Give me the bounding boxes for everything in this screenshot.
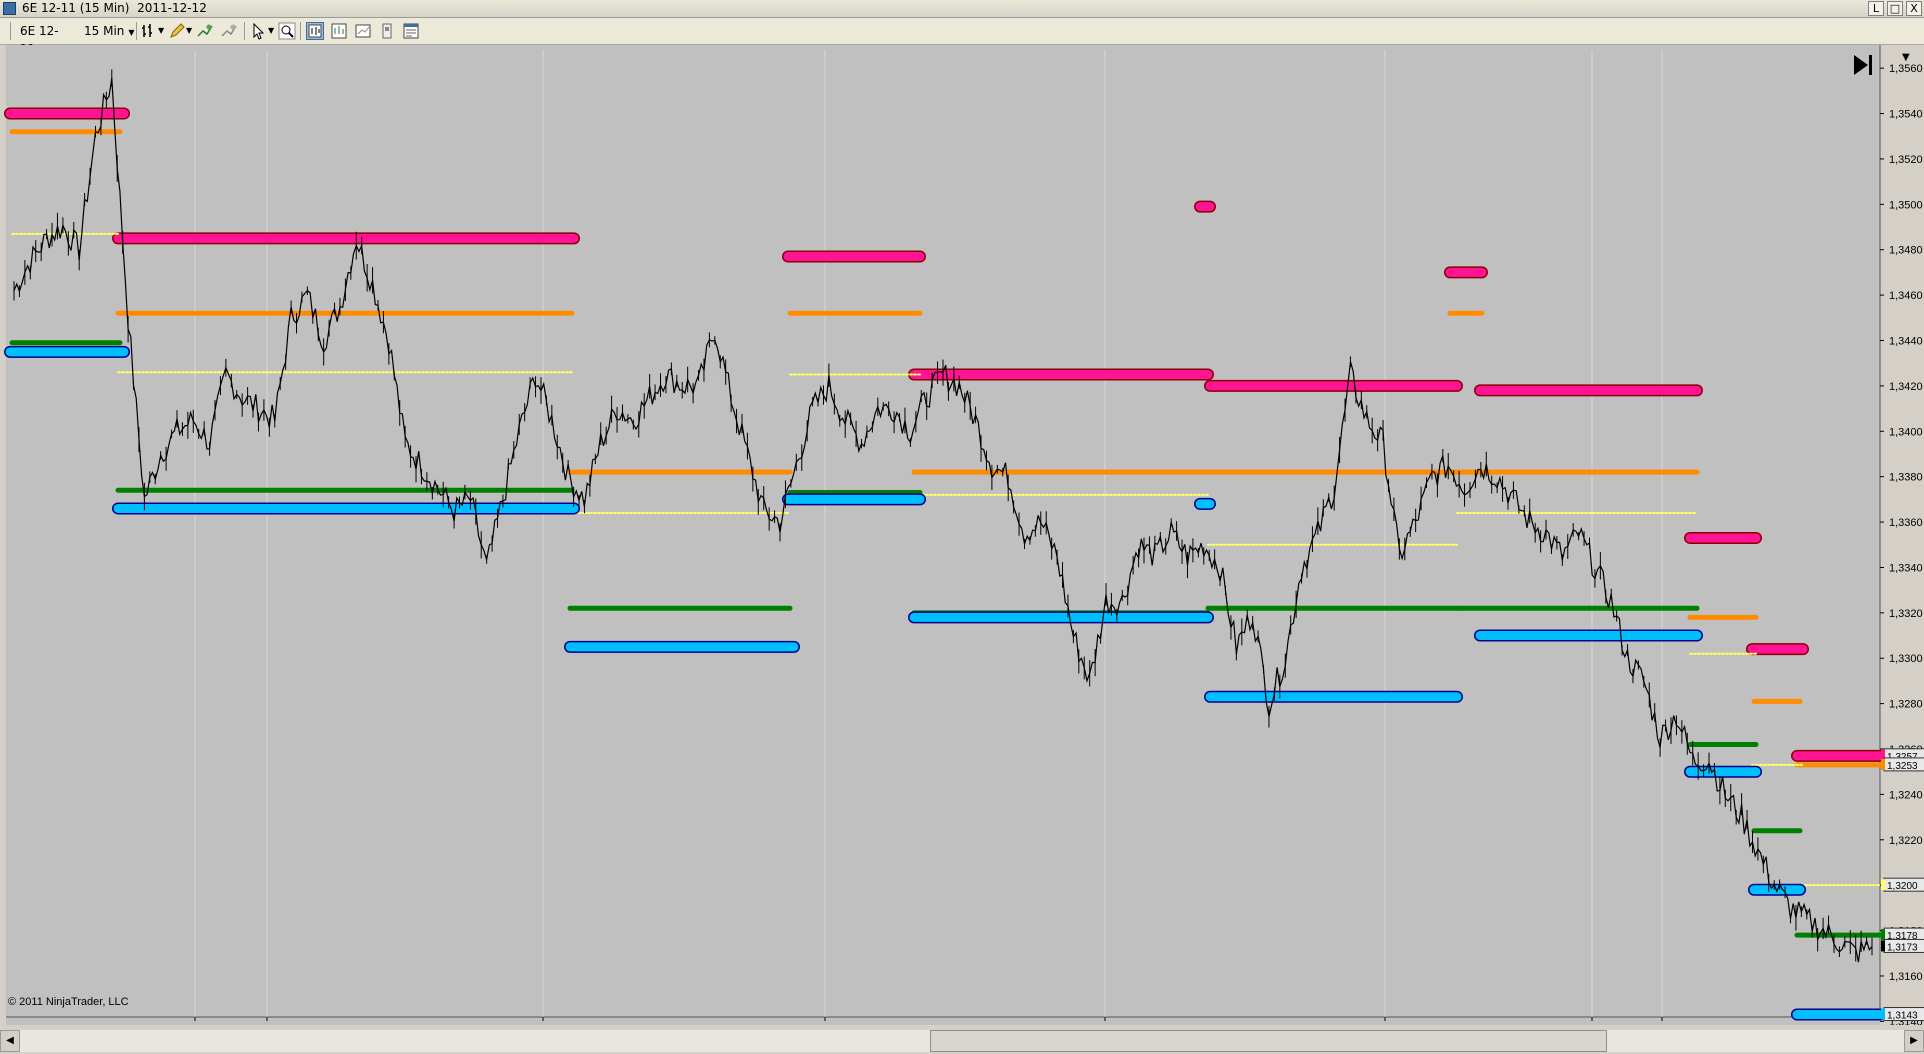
chevron-down-icon[interactable]: ▼ bbox=[158, 22, 164, 40]
price-tick-label: 1,3340 bbox=[1889, 562, 1923, 574]
price-chart[interactable]: 12/412/512/612/712/812/912/1112/121,3560… bbox=[0, 45, 1924, 1039]
zoom-icon[interactable] bbox=[278, 22, 296, 40]
price-marker: 1,3173 bbox=[1881, 938, 1924, 953]
price-marker-swatch bbox=[1881, 940, 1885, 952]
price-marker-label: 1,3200 bbox=[1887, 881, 1918, 892]
chevron-down-icon[interactable]: ▼ bbox=[1902, 52, 1910, 63]
maximize-button[interactable]: □ bbox=[1887, 1, 1903, 16]
price-tick-label: 1,3560 bbox=[1889, 63, 1923, 75]
bar-type-icon[interactable] bbox=[140, 22, 158, 40]
toolbar-separator bbox=[10, 22, 11, 40]
price-marker-swatch bbox=[1881, 929, 1885, 941]
scroll-left-button[interactable]: ◀ bbox=[0, 1030, 20, 1052]
window-titlebar: 6E 12-11 (15 Min) 2011-12-12 L □ X bbox=[0, 0, 1924, 18]
price-tick-label: 1,3400 bbox=[1889, 426, 1923, 438]
price-tick-label: 1,3420 bbox=[1889, 381, 1923, 393]
price-tick-label: 1,3320 bbox=[1889, 608, 1923, 620]
price-tick-label: 1,3480 bbox=[1889, 245, 1923, 257]
chevron-down-icon[interactable]: ▼ bbox=[268, 22, 274, 40]
data-box-icon[interactable] bbox=[306, 22, 324, 40]
price-tick-label: 1,3160 bbox=[1889, 971, 1923, 983]
price-marker-swatch bbox=[1881, 879, 1885, 891]
link-window-button[interactable]: L bbox=[1868, 1, 1884, 16]
toolbar-separator bbox=[244, 22, 245, 40]
price-marker-label: 1,3253 bbox=[1887, 761, 1918, 772]
price-tick-label: 1,3360 bbox=[1889, 517, 1923, 529]
toolbar-separator bbox=[136, 22, 137, 40]
toolbar-separator bbox=[300, 22, 301, 40]
price-tick-label: 1,3540 bbox=[1889, 109, 1923, 121]
copyright-label: © 2011 NinjaTrader, LLC bbox=[8, 996, 129, 1008]
price-tick-label: 1,3440 bbox=[1889, 335, 1923, 347]
plot-background bbox=[6, 45, 1880, 1025]
chart-properties-icon[interactable] bbox=[330, 22, 348, 40]
chevron-down-icon[interactable]: ▼ bbox=[186, 22, 192, 40]
close-button[interactable]: X bbox=[1906, 1, 1922, 16]
price-tick-label: 1,3500 bbox=[1889, 199, 1923, 211]
price-marker: 1,3143 bbox=[1881, 1007, 1924, 1022]
chart-toolbar: 6E 12-11▼ 15 Min▼ ▼ ▼ ▼ bbox=[0, 18, 1924, 56]
price-tick-label: 1,3280 bbox=[1889, 699, 1923, 711]
price-tick-label: 1,3300 bbox=[1889, 653, 1923, 665]
window-title: 6E 12-11 (15 Min) 2011-12-12 bbox=[22, 1, 207, 15]
horizontal-scrollbar[interactable]: ◀ ▶ bbox=[0, 1025, 1924, 1054]
price-marker: 1,3200 bbox=[1881, 877, 1924, 892]
price-marker-swatch bbox=[1881, 1008, 1885, 1020]
price-marker-swatch bbox=[1881, 758, 1885, 770]
app-icon bbox=[3, 2, 16, 15]
skip-to-end-bar bbox=[1869, 55, 1872, 75]
price-marker-label: 1,3143 bbox=[1887, 1011, 1918, 1022]
price-tick-label: 1,3520 bbox=[1889, 154, 1923, 166]
price-marker: 1,3253 bbox=[1881, 757, 1924, 772]
chevron-down-icon: ▼ bbox=[128, 28, 135, 37]
interval-label: 15 Min bbox=[84, 24, 125, 38]
scroll-thumb[interactable] bbox=[930, 1030, 1607, 1052]
interval-selector[interactable]: 15 Min ▼ bbox=[84, 22, 136, 40]
chart-canvas[interactable]: 12/412/512/612/712/812/912/1112/121,3560… bbox=[0, 45, 1924, 1039]
cursor-icon[interactable] bbox=[250, 22, 268, 40]
price-tick-label: 1,3220 bbox=[1889, 835, 1923, 847]
indicator-icon[interactable] bbox=[196, 22, 214, 40]
price-tick-label: 1,3460 bbox=[1889, 290, 1923, 302]
strategy-icon[interactable] bbox=[220, 22, 238, 40]
templates-icon[interactable] bbox=[354, 22, 372, 40]
price-tick-label: 1,3380 bbox=[1889, 472, 1923, 484]
price-tick-label: 1,3240 bbox=[1889, 789, 1923, 801]
scroll-right-button[interactable]: ▶ bbox=[1904, 1030, 1924, 1052]
scroll-lock-icon[interactable] bbox=[378, 22, 396, 40]
pencil-icon[interactable] bbox=[168, 22, 186, 40]
properties-icon[interactable] bbox=[402, 22, 420, 40]
instrument-selector[interactable]: 6E 12-11▼ bbox=[20, 22, 82, 56]
price-marker-label: 1,3173 bbox=[1887, 942, 1918, 953]
